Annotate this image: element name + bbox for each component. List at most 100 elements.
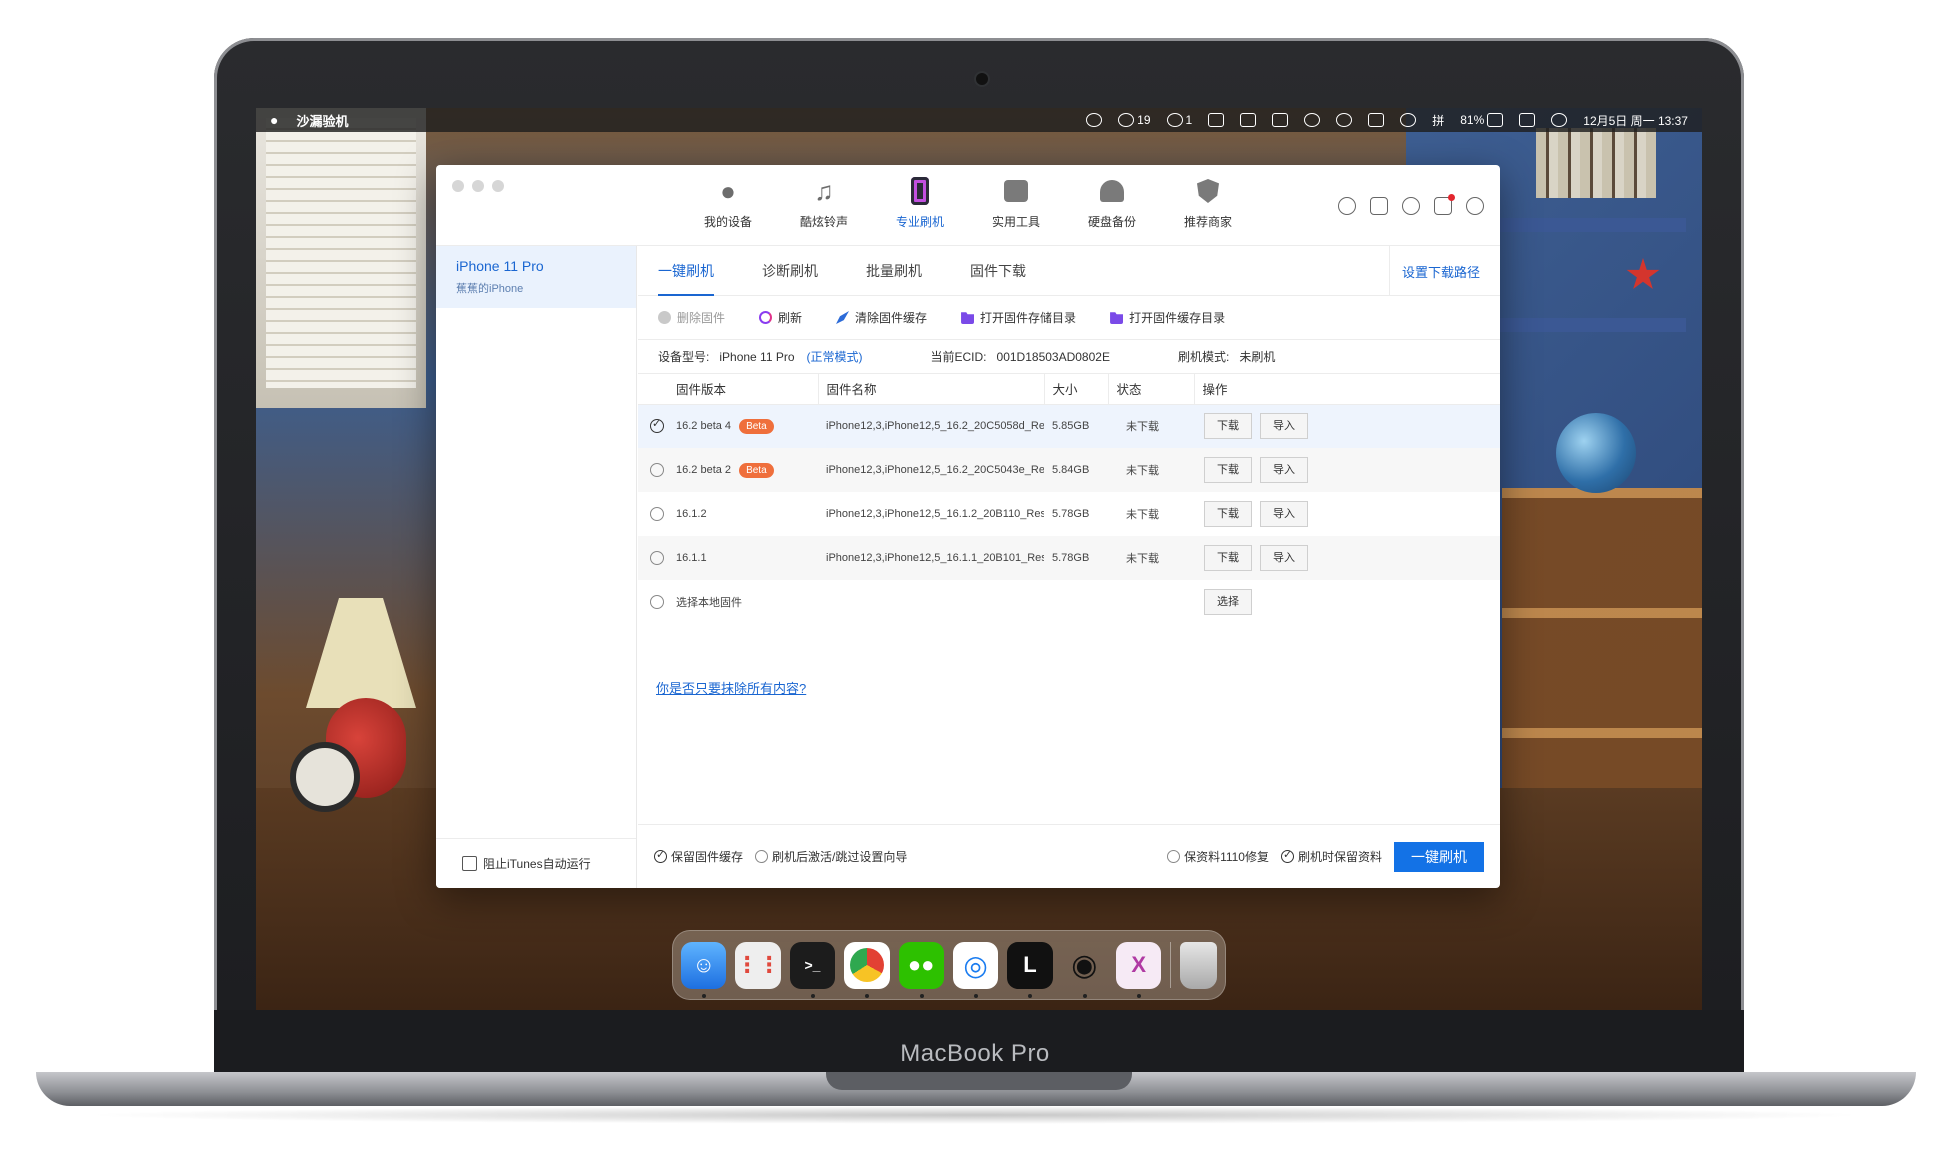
keep-data-option[interactable]: 刷机时保留资料 <box>1280 848 1382 865</box>
import-button[interactable]: 导入 <box>1260 413 1308 440</box>
battery-percent: 81% <box>1460 113 1485 127</box>
row-radio[interactable] <box>650 463 664 477</box>
tab-diagnostic-flash[interactable]: 诊断刷机 <box>762 246 818 296</box>
chrome-icon[interactable] <box>844 941 890 998</box>
zoom-window-button[interactable] <box>492 180 504 192</box>
lark-icon[interactable]: L <box>1007 941 1053 998</box>
tab-firmware-download[interactable]: 固件下载 <box>970 246 1026 296</box>
block-itunes-option[interactable]: 阻止iTunes自动运行 <box>436 838 636 888</box>
finder-icon[interactable]: ☺ <box>681 941 727 998</box>
tab-batch-flash[interactable]: 批量刷机 <box>866 246 922 296</box>
download-icon[interactable] <box>1466 197 1484 215</box>
launchpad-icon[interactable]: ⋮⋮ <box>735 941 781 989</box>
wifi-icon[interactable] <box>1336 113 1353 127</box>
firmware-name: iPhone12,3,iPhone12,5_16.2_20C5043e_Rest… <box>826 464 1044 476</box>
message-icon[interactable] <box>1434 194 1455 215</box>
open-storage-button[interactable]: 打开固件存储目录 <box>961 309 1076 326</box>
wallpaper-shelf <box>1496 318 1686 332</box>
download-button[interactable]: 下载 <box>1204 501 1252 527</box>
hourglass-app-icon[interactable]: X <box>1116 941 1162 998</box>
battery-status[interactable]: 81% <box>1460 113 1504 127</box>
settings-icon[interactable] <box>1402 197 1420 215</box>
nav-ringtones[interactable]: ♫ 酷炫铃声 <box>776 177 872 230</box>
folder-icon <box>961 312 975 324</box>
import-button[interactable]: 导入 <box>1260 501 1308 527</box>
table-row[interactable]: 16.1.1 iPhone12,3,iPhone12,5_16.1.1_20B1… <box>638 536 1500 580</box>
row-radio[interactable] <box>650 417 664 434</box>
terminal-icon[interactable]: >_ <box>789 941 836 998</box>
nav-my-device[interactable]: ● 我的设备 <box>680 177 776 230</box>
siri-icon[interactable] <box>1551 113 1568 127</box>
qq-icon[interactable]: ◉ <box>1062 942 1107 998</box>
skip-setup-radio[interactable] <box>755 850 769 863</box>
table-row[interactable]: 16.1.2 iPhone12,3,iPhone12,5_16.1.2_20B1… <box>638 492 1500 536</box>
repair-1110-radio[interactable] <box>1167 850 1181 863</box>
screen: ● 沙漏验机 19 1 拼 81% 12月5日 周一 13:37 ● 我的设备 … <box>256 108 1702 1010</box>
wechat-status[interactable]: 1 <box>1166 113 1192 127</box>
lark-status-icon[interactable] <box>1208 113 1225 127</box>
row-radio[interactable] <box>650 551 664 565</box>
wechat-icon[interactable]: ●● <box>898 941 944 998</box>
menu-app-name[interactable]: 沙漏验机 <box>296 111 348 130</box>
menu-clock[interactable]: 12月5日 周一 13:37 <box>1583 112 1688 129</box>
apple-icon: ● <box>720 176 736 206</box>
open-cache-button[interactable]: 打开固件缓存目录 <box>1110 309 1225 326</box>
import-button[interactable]: 导入 <box>1260 545 1308 571</box>
safari-icon[interactable]: ◎ <box>952 941 999 998</box>
nav-tools[interactable]: 实用工具 <box>968 177 1064 230</box>
one-click-flash-button[interactable]: 一键刷机 <box>1394 841 1484 872</box>
image-status-icon[interactable] <box>1272 113 1289 127</box>
spotlight-search-icon[interactable] <box>1400 113 1417 127</box>
device-card[interactable]: iPhone 11 Pro 蕉蕉的iPhone <box>436 246 636 308</box>
nav-label: 我的设备 <box>703 215 752 229</box>
keep-data-radio[interactable] <box>1280 848 1294 863</box>
table-row[interactable]: 16.2 beta 2 Beta iPhone12,3,iPhone12,5_16… <box>638 448 1500 492</box>
block-itunes-checkbox[interactable] <box>462 856 477 871</box>
download-button[interactable]: 下载 <box>1204 413 1252 440</box>
nav-pro-flash[interactable]: 专业刷机 <box>872 177 968 230</box>
keep-cache-radio[interactable] <box>654 848 667 863</box>
import-button[interactable]: 导入 <box>1260 457 1308 483</box>
play-status-icon[interactable] <box>1304 113 1321 127</box>
dock-separator <box>1170 942 1172 988</box>
unread-dot <box>1448 194 1455 201</box>
minimize-window-button[interactable] <box>472 180 484 192</box>
choose-local-button[interactable]: 选择 <box>1204 589 1252 615</box>
download-button[interactable]: 下载 <box>1204 457 1252 483</box>
keep-cache-option[interactable]: 保留固件缓存 <box>654 848 743 865</box>
tab-one-click-flash[interactable]: 一键刷机 <box>658 246 714 296</box>
clear-cache-button[interactable]: 清除固件缓存 <box>836 309 927 326</box>
input-method[interactable]: 拼 <box>1432 112 1444 129</box>
row-radio[interactable] <box>650 595 664 609</box>
volume-icon[interactable] <box>1368 113 1385 127</box>
shirt-icon[interactable] <box>1370 197 1388 215</box>
phone-flash-icon <box>906 177 934 205</box>
hourglass-status-icon[interactable] <box>1086 113 1103 127</box>
table-row[interactable]: 16.2 beta 4 Beta iPhone12,3,iPhone12,5_16… <box>638 404 1500 448</box>
firmware-table: 固件版本 固件名称 大小 状态 操作 16.2 beta 4 Beta iPhon… <box>638 374 1500 624</box>
folder-icon <box>1110 312 1124 324</box>
firmware-toolbar: 删除固件 刷新 清除固件缓存 打开固件存储目录 打开固件缓存目录 <box>638 296 1500 340</box>
notification-status[interactable]: 19 <box>1118 113 1151 127</box>
erase-all-link[interactable]: 你是否只要抹除所有内容? <box>656 678 806 697</box>
local-firmware-row[interactable]: 选择本地固件 选择 <box>638 580 1500 624</box>
row-radio[interactable] <box>650 507 664 521</box>
menu-bar: ● 沙漏验机 19 1 拼 81% 12月5日 周一 13:37 <box>256 108 1702 132</box>
firmware-status: 未下载 <box>1126 509 1159 521</box>
model-label: 设备型号: <box>658 350 710 364</box>
user-icon[interactable] <box>1338 197 1356 215</box>
nav-backup[interactable]: 硬盘备份 <box>1064 177 1160 230</box>
nav-label: 推荐商家 <box>1183 215 1232 229</box>
trash-icon[interactable] <box>1180 941 1218 989</box>
repair-1110-option[interactable]: 保资料1110修复 <box>1167 848 1269 865</box>
delete-firmware-button[interactable]: 删除固件 <box>658 309 725 326</box>
refresh-button[interactable]: 刷新 <box>759 309 802 326</box>
skip-setup-option[interactable]: 刷机后激活/跳过设置向导 <box>755 848 907 865</box>
apple-menu-icon[interactable]: ● <box>270 112 278 128</box>
close-window-button[interactable] <box>452 180 464 192</box>
control-center-icon[interactable] <box>1519 113 1536 127</box>
nav-merchants[interactable]: 推荐商家 <box>1160 177 1256 230</box>
download-button[interactable]: 下载 <box>1204 545 1252 571</box>
display-status-icon[interactable] <box>1240 113 1257 127</box>
set-download-path-link[interactable]: 设置下载路径 <box>1388 246 1480 296</box>
